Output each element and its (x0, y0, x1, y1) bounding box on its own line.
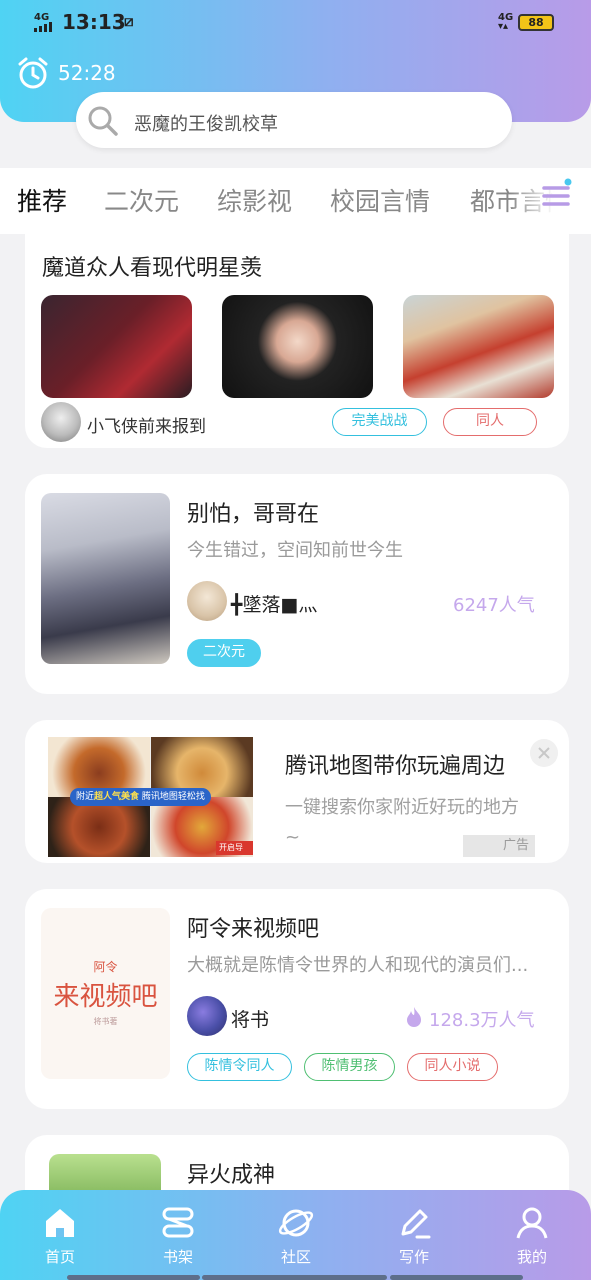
story-author[interactable]: 将书 (231, 1005, 269, 1032)
cover-text: 将书著 (93, 1017, 118, 1026)
bookshelf-icon (162, 1207, 194, 1238)
tab-anime[interactable]: 二次元 (104, 182, 179, 218)
nav-label: 社区 (280, 1248, 311, 1266)
story-cover (41, 493, 170, 664)
nav-write[interactable]: 写作 (374, 1204, 454, 1267)
data-network-icon: 4G ▾▴ (498, 12, 514, 32)
ad-title: 腾讯地图带你玩遍周边 (285, 754, 506, 779)
sim-icon: ⧄ (124, 12, 134, 30)
cover-text: 来视频吧 (53, 982, 158, 1012)
ad-card[interactable]: 附近超人气美食 腾讯地图轻松找 开启导航 腾讯地图带你玩遍周边 一键搜索你家附近… (25, 720, 569, 863)
tag-pill[interactable]: 同人小说 (407, 1053, 498, 1081)
tag-pill[interactable]: 陈情男孩 (304, 1053, 395, 1081)
category-tabs: 推荐 二次元 综影视 校园言情 都市言情 (0, 168, 591, 234)
nav-label: 书架 (162, 1248, 193, 1266)
nav-label: 我的 (516, 1248, 547, 1266)
home-icon (46, 1209, 74, 1237)
gesture-bar (67, 1275, 200, 1280)
ad-corner-tag: 开启导航 (216, 841, 253, 855)
story-author[interactable]: ╋墜落■灬 (231, 590, 317, 617)
topic-card[interactable]: 魔道众人看现代明星羡 小飞侠前来报到 完美战战 同人 (25, 226, 569, 448)
battery-icon: 88 (518, 14, 554, 31)
tag-pill[interactable]: 陈情令同人 (187, 1053, 292, 1081)
topic-image-1 (41, 295, 192, 398)
search-bar[interactable]: 恶魔的王俊凯校草 (76, 92, 512, 148)
signal-icon (34, 22, 52, 32)
tag-pill[interactable]: 同人 (443, 408, 537, 436)
search-placeholder: 恶魔的王俊凯校草 (134, 114, 278, 135)
nav-label: 首页 (44, 1248, 75, 1266)
topic-author[interactable]: 小飞侠前来报到 (87, 412, 206, 437)
popularity-count: 128.3万人气 (429, 1010, 535, 1031)
fire-icon (407, 1007, 421, 1027)
gesture-bar (390, 1275, 523, 1280)
user-icon (516, 1207, 548, 1239)
search-icon (88, 106, 118, 136)
story-cover: 阿令 来视频吧 将书著 (41, 908, 170, 1079)
popularity-count: 6247人气 (453, 595, 535, 616)
alarm-clock-icon[interactable] (16, 56, 50, 90)
tab-campus[interactable]: 校园言情 (330, 182, 430, 218)
nav-community[interactable]: 社区 (256, 1204, 336, 1267)
tab-film[interactable]: 综影视 (217, 182, 292, 218)
planet-icon (278, 1209, 314, 1237)
story-card[interactable]: 别怕，哥哥在 今生错过，空间知前世今生 ╋墜落■灬 6247人气 二次元 (25, 474, 569, 694)
pen-icon (401, 1209, 431, 1239)
timer-value: 52:28 (58, 61, 116, 85)
bottom-nav: 首页 书架 社区 写作 我的 (0, 1190, 591, 1280)
avatar[interactable] (41, 402, 81, 442)
tag-pill[interactable]: 二次元 (187, 639, 261, 667)
story-title: 别怕，哥哥在 (187, 502, 320, 527)
story-desc: 大概就是陈情令世界的人和现代的演员们... (187, 955, 529, 976)
nav-label: 写作 (398, 1248, 429, 1266)
close-icon[interactable] (530, 739, 558, 767)
topic-image-2 (222, 295, 373, 398)
tab-recommend[interactable]: 推荐 (17, 182, 67, 218)
status-bar: 4G 13:13 ⧄ 4G ▾▴ 88 (0, 0, 591, 44)
story-card[interactable]: 阿令 来视频吧 将书著 阿令来视频吧 大概就是陈情令世界的人和现代的演员们...… (25, 889, 569, 1109)
nav-bookshelf[interactable]: 书架 (138, 1204, 218, 1267)
nav-me[interactable]: 我的 (492, 1204, 572, 1267)
story-title: 异火成神 (187, 1163, 276, 1188)
story-title: 阿令来视频吧 (187, 917, 320, 942)
ad-label: 广告 (463, 835, 535, 857)
menu-icon[interactable] (540, 178, 574, 210)
ad-banner: 附近超人气美食 腾讯地图轻松找 (70, 788, 211, 806)
avatar[interactable] (187, 996, 227, 1036)
avatar[interactable] (187, 581, 227, 621)
story-desc: 今生错过，空间知前世今生 (187, 540, 403, 561)
topic-image-3 (403, 295, 554, 398)
ad-image: 附近超人气美食 腾讯地图轻松找 开启导航 (48, 737, 253, 857)
topic-title: 魔道众人看现代明星羡 (42, 256, 263, 281)
gesture-bar (202, 1275, 387, 1280)
cover-text: 阿令 (93, 960, 118, 974)
nav-home[interactable]: 首页 (20, 1204, 100, 1267)
status-time: 13:13 (62, 10, 126, 34)
tag-pill[interactable]: 完美战战 (332, 408, 427, 436)
